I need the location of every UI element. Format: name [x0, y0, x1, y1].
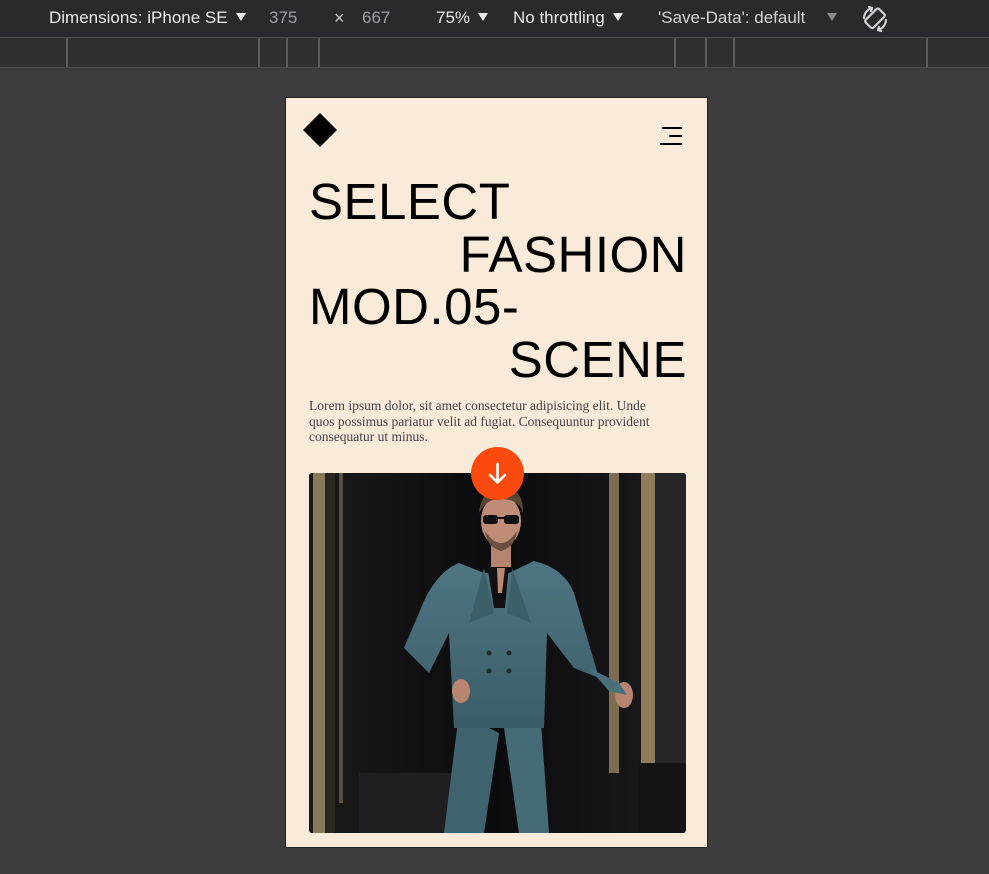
device-viewport: SELECT FASHION MOD.05- SCENE Lorem ipsum… — [285, 97, 708, 848]
ruler-tick — [733, 38, 735, 67]
ruler-tick — [674, 38, 676, 67]
device-toolbar: Dimensions: iPhone SE 375 × 667 75% No t… — [0, 0, 989, 38]
chevron-down-icon — [612, 13, 623, 21]
headline-line-3: MOD.05- — [309, 278, 520, 335]
zoom-select-label: 75% — [436, 8, 471, 27]
throttling-select-label: No throttling — [513, 8, 605, 27]
headline-line-1: SELECT — [309, 173, 511, 230]
menu-bar — [660, 143, 682, 145]
headline-line-4: SCENE — [508, 331, 687, 388]
device-select-label: Dimensions: iPhone SE — [49, 8, 228, 27]
rotate-device-icon[interactable] — [860, 4, 890, 34]
device-select[interactable]: Dimensions: iPhone SE — [49, 8, 246, 28]
ruler-tick — [926, 38, 928, 67]
chevron-down-icon — [478, 13, 489, 21]
width-input[interactable]: 375 — [269, 8, 297, 28]
fashion-model-image — [309, 473, 686, 833]
hero-photo — [309, 473, 686, 833]
scroll-down-button[interactable] — [471, 447, 524, 500]
save-data-select-label: 'Save-Data': default — [658, 8, 806, 27]
chevron-down-icon — [235, 13, 246, 21]
ruler-tick — [286, 38, 288, 67]
height-input[interactable]: 667 — [362, 8, 390, 28]
diamond-logo-icon[interactable] — [303, 113, 337, 147]
zoom-select[interactable]: 75% — [436, 8, 489, 28]
menu-bar — [662, 127, 682, 129]
times-separator: × — [334, 8, 345, 28]
chevron-down-icon — [827, 13, 838, 21]
headline-line-2: FASHION — [459, 226, 687, 283]
throttling-select[interactable]: No throttling — [513, 8, 623, 28]
save-data-select[interactable]: 'Save-Data': default — [658, 8, 838, 28]
ruler-tick — [66, 38, 68, 67]
media-query-bar — [0, 38, 989, 68]
ruler-tick — [705, 38, 707, 67]
arrow-down-icon — [488, 462, 507, 484]
ruler-tick — [318, 38, 320, 67]
ruler-tick — [258, 38, 260, 67]
menu-bar — [669, 135, 682, 137]
hamburger-menu-icon[interactable] — [658, 127, 682, 147]
hero-description: Lorem ipsum dolor, sit amet consectetur … — [309, 398, 650, 444]
